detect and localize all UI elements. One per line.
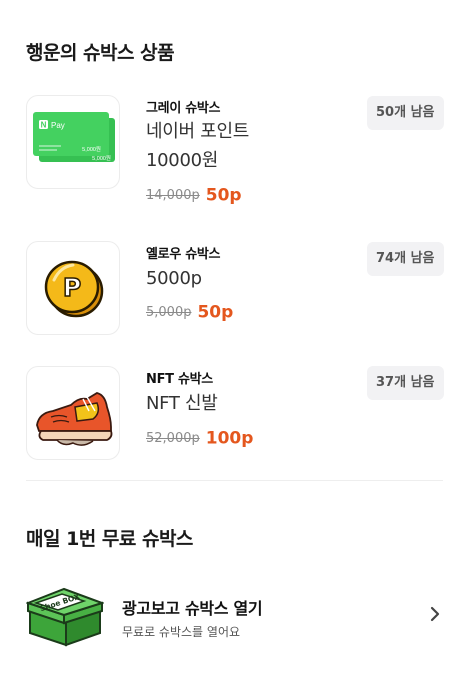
sale-price: 50p <box>197 302 234 323</box>
sale-price: 100p <box>205 428 254 449</box>
watch-ad-open-shoebox-button[interactable]: Shoe BOX 광고보고 슈박스 열기 무료로 슈박스를 열어요 <box>2 585 466 649</box>
original-price: 14,000p <box>146 188 200 203</box>
price-row: 52,000p 100p <box>146 428 253 449</box>
ad-item-subtitle: 무료로 슈박스를 열어요 <box>122 625 241 639</box>
bottom-sheet: 행운의 슈박스 상품 N Pay 5,000원 5,000원 그레이 슈박스 네… <box>2 0 464 685</box>
product-name-line1: NFT 신발 <box>146 393 218 414</box>
sneaker-icon <box>26 366 120 460</box>
card-amount: 5,000원 <box>82 145 101 153</box>
product-name-line1: 5000p <box>146 268 202 289</box>
section-divider <box>26 480 443 481</box>
card-label: Pay <box>51 121 65 130</box>
gold-coin-p-icon: P <box>26 241 120 335</box>
shoebox-icon: Shoe BOX <box>26 587 104 647</box>
box-name: NFT 슈박스 <box>146 372 213 387</box>
remaining-badge: 37개 남음 <box>367 366 444 400</box>
box-name: 옐로우 슈박스 <box>146 247 221 262</box>
product-name-line1: 네이버 포인트 <box>146 121 249 142</box>
ad-item-title: 광고보고 슈박스 열기 <box>122 599 263 618</box>
remaining-badge: 74개 남음 <box>367 242 444 276</box>
remaining-badge: 50개 남음 <box>367 96 444 130</box>
daily-section-title: 매일 1번 무료 슈박스 <box>26 528 193 550</box>
box-name: 그레이 슈박스 <box>146 101 221 116</box>
original-price: 52,000p <box>146 431 200 446</box>
coin-letter: P <box>63 273 81 302</box>
price-row: 5,000p 50p <box>146 302 233 323</box>
price-row: 14,000p 50p <box>146 185 242 206</box>
lucky-section-title: 행운의 슈박스 상품 <box>26 42 175 64</box>
sale-price: 50p <box>205 185 242 206</box>
original-price: 5,000p <box>146 305 192 320</box>
chevron-right-icon[interactable] <box>424 603 446 625</box>
naver-pay-card-icon: N Pay 5,000원 5,000원 <box>26 95 120 189</box>
svg-text:N: N <box>41 121 47 130</box>
card-amount-back: 5,000원 <box>92 154 111 162</box>
product-name-line2: 10000원 <box>146 150 219 171</box>
